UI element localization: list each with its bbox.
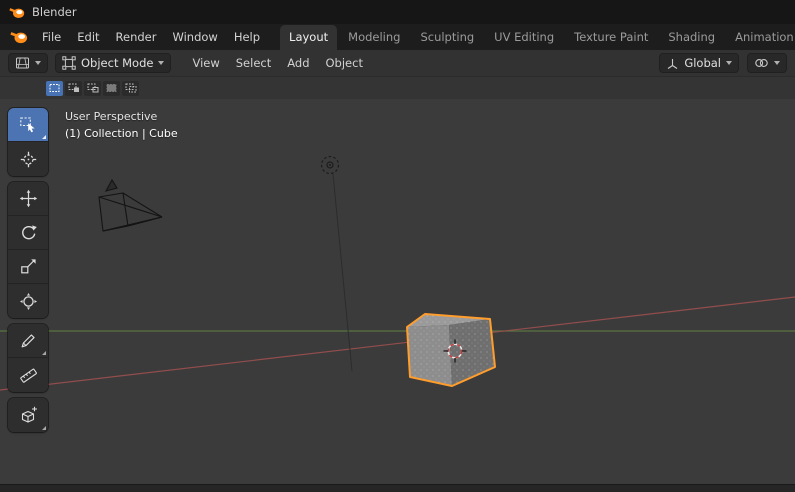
menu-add[interactable]: Add bbox=[279, 51, 317, 75]
menu-edit[interactable]: Edit bbox=[69, 24, 107, 50]
tab-shading[interactable]: Shading bbox=[659, 25, 724, 50]
light-axis-line bbox=[333, 174, 352, 371]
chevron-down-icon bbox=[726, 61, 732, 65]
select-mode-extend[interactable] bbox=[65, 81, 82, 96]
tool-measure[interactable] bbox=[8, 358, 48, 392]
select-set-icon bbox=[49, 83, 61, 93]
editor-3d-viewport-icon bbox=[15, 56, 30, 70]
tool-annotate[interactable] bbox=[8, 324, 48, 358]
tool-scale[interactable] bbox=[8, 250, 48, 284]
menu-object[interactable]: Object bbox=[318, 51, 371, 75]
box-select-icon bbox=[19, 115, 38, 134]
toolgroup-annotate bbox=[8, 324, 48, 392]
chevron-down-icon bbox=[158, 61, 164, 65]
tab-texture-paint[interactable]: Texture Paint bbox=[565, 25, 657, 50]
scale-tool-icon bbox=[19, 257, 38, 276]
toolgroup-add bbox=[8, 398, 48, 432]
viewport-menus: View Select Add Object bbox=[184, 51, 371, 75]
blender-menu-icon[interactable] bbox=[10, 30, 28, 44]
app-menus: File Edit Render Window Help bbox=[6, 24, 268, 50]
camera-object[interactable] bbox=[99, 180, 162, 231]
blender-window: Blender File Edit Render Window Help Lay… bbox=[0, 0, 795, 492]
menu-bar: File Edit Render Window Help Layout Mode… bbox=[0, 24, 795, 50]
orientation-axes-icon bbox=[666, 57, 679, 70]
rotate-tool-icon bbox=[19, 223, 38, 242]
tool-select-box[interactable] bbox=[8, 108, 48, 142]
add-cube-tool-icon bbox=[19, 406, 38, 425]
editor-type-selector[interactable] bbox=[8, 53, 48, 73]
toolgroup-select bbox=[8, 108, 48, 176]
tool-move[interactable] bbox=[8, 182, 48, 216]
select-mode-subtract[interactable] bbox=[84, 81, 101, 96]
tool-add-cube[interactable] bbox=[8, 398, 48, 432]
menu-window[interactable]: Window bbox=[164, 24, 225, 50]
workspace-tabs: Layout Modeling Sculpting UV Editing Tex… bbox=[280, 24, 795, 50]
tab-uv-editing[interactable]: UV Editing bbox=[485, 25, 563, 50]
menu-select[interactable]: Select bbox=[228, 51, 279, 75]
viewport-header-right: Global bbox=[659, 53, 787, 73]
toolgroup-transform bbox=[8, 182, 48, 318]
snap-rings-icon bbox=[754, 57, 769, 69]
transform-orientation-dropdown[interactable]: Global bbox=[659, 53, 739, 73]
cube-object[interactable] bbox=[407, 314, 495, 386]
tool-settings-bar bbox=[0, 76, 795, 99]
select-mode-intersect[interactable] bbox=[122, 81, 139, 96]
viewport-3d[interactable]: User Perspective (1) Collection | Cube bbox=[0, 99, 795, 484]
annotate-tool-icon bbox=[19, 331, 38, 350]
select-invert-icon bbox=[106, 83, 118, 93]
menu-file[interactable]: File bbox=[34, 24, 69, 50]
tool-rotate[interactable] bbox=[8, 216, 48, 250]
chevron-down-icon bbox=[35, 61, 41, 65]
select-extend-icon bbox=[68, 83, 80, 93]
tab-layout[interactable]: Layout bbox=[280, 25, 337, 50]
move-tool-icon bbox=[19, 189, 38, 208]
select-intersect-icon bbox=[125, 83, 137, 93]
snapping-dropdown[interactable] bbox=[747, 53, 787, 73]
menu-view[interactable]: View bbox=[184, 51, 227, 75]
cursor-tool-icon bbox=[19, 150, 38, 169]
title-bar: Blender bbox=[0, 0, 795, 24]
viewport-header: Object Mode View Select Add Object Globa… bbox=[0, 50, 795, 76]
select-subtract-icon bbox=[87, 83, 99, 93]
transform-tool-icon bbox=[19, 292, 38, 311]
tab-animation[interactable]: Animation bbox=[726, 25, 795, 50]
object-mode-icon bbox=[62, 56, 76, 70]
viewport-scene[interactable] bbox=[0, 99, 795, 484]
measure-tool-icon bbox=[19, 366, 38, 385]
select-mode-set[interactable] bbox=[46, 81, 63, 96]
x-axis-line bbox=[0, 297, 795, 390]
toolbar bbox=[8, 108, 48, 432]
select-mode-invert[interactable] bbox=[103, 81, 120, 96]
chevron-down-icon bbox=[774, 61, 780, 65]
mode-dropdown-label: Object Mode bbox=[81, 56, 153, 70]
mode-dropdown[interactable]: Object Mode bbox=[55, 53, 171, 73]
tool-cursor[interactable] bbox=[8, 142, 48, 176]
window-title: Blender bbox=[32, 5, 77, 19]
tab-modeling[interactable]: Modeling bbox=[339, 25, 409, 50]
tool-transform[interactable] bbox=[8, 284, 48, 318]
menu-render[interactable]: Render bbox=[108, 24, 165, 50]
light-object[interactable] bbox=[322, 157, 339, 174]
menu-help[interactable]: Help bbox=[226, 24, 268, 50]
blender-logo-icon bbox=[9, 6, 25, 19]
timeline-editor-edge bbox=[0, 484, 795, 492]
tab-sculpting[interactable]: Sculpting bbox=[411, 25, 483, 50]
orientation-label: Global bbox=[684, 56, 721, 70]
